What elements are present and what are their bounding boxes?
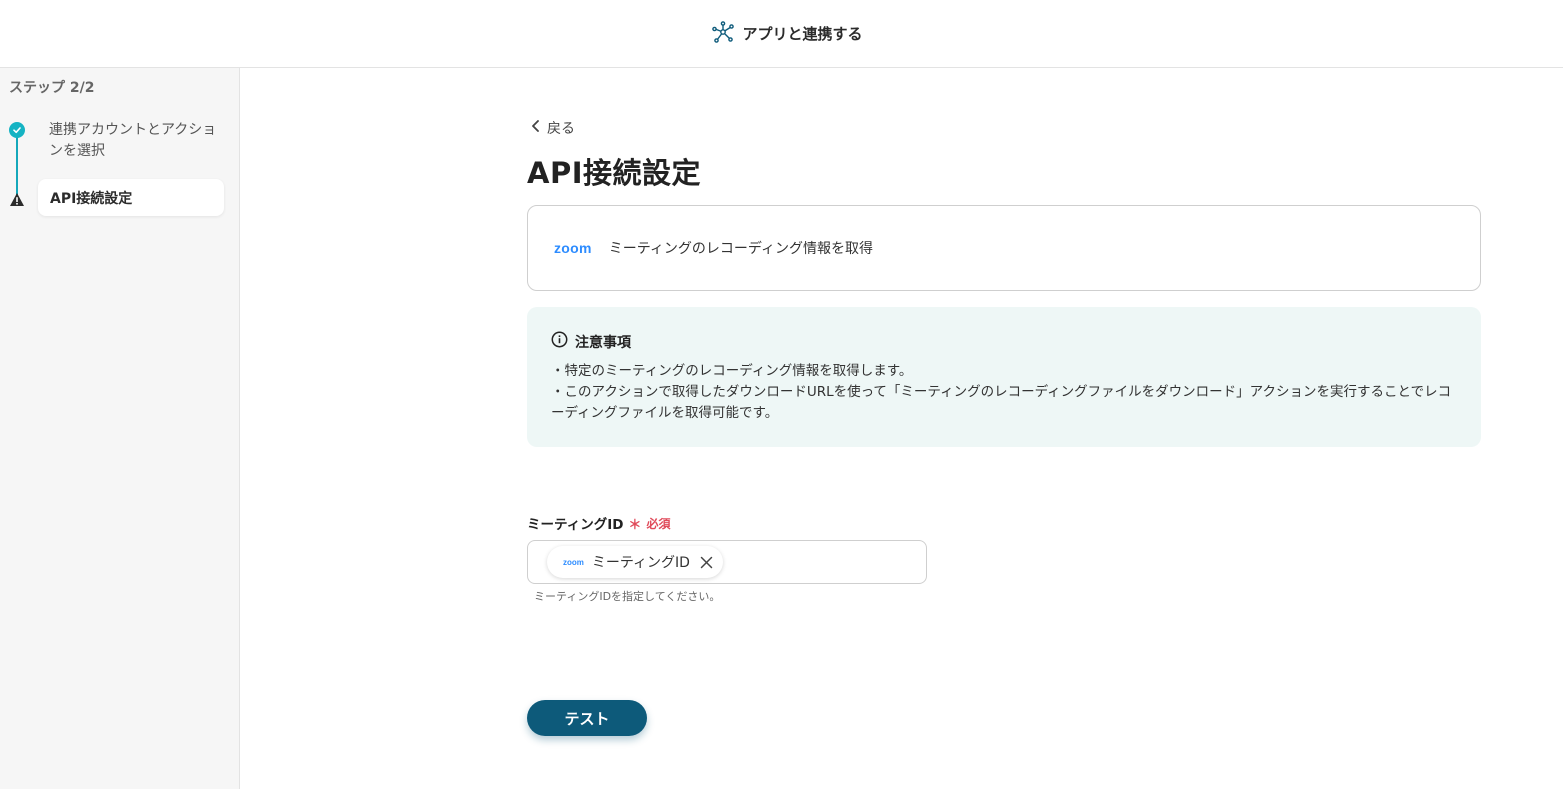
check-icon: [9, 122, 25, 138]
chevron-left-icon: [531, 119, 541, 137]
meeting-id-label: ミーティングID: [527, 517, 624, 533]
sidebar-step-label: API接続設定: [50, 190, 133, 207]
step-sidebar: ステップ 2/2 連携アカウントとアクションを選択 API接続設定: [0, 68, 240, 789]
meeting-id-chip[interactable]: zoom ミーティングID: [547, 546, 723, 578]
meeting-id-label-row: ミーティングID ＊ 必須: [527, 513, 671, 534]
info-icon: [551, 331, 568, 352]
page-title: API接続設定: [527, 156, 701, 190]
test-button[interactable]: テスト: [527, 700, 647, 736]
step-counter: ステップ 2/2: [9, 80, 95, 96]
action-card: zoom ミーティングのレコーディング情報を取得: [527, 205, 1481, 291]
step-progress-line: [16, 136, 18, 198]
notice-heading-row: 注意事項: [551, 331, 1457, 352]
notice-box: 注意事項 ・特定のミーティングのレコーディング情報を取得します。 ・このアクショ…: [527, 307, 1481, 447]
chip-label: ミーティングID: [591, 555, 690, 571]
back-link[interactable]: 戻る: [531, 118, 575, 138]
action-name: ミーティングのレコーディング情報を取得: [608, 241, 873, 257]
network-hub-icon: [712, 20, 735, 47]
sidebar-step-api-settings[interactable]: API接続設定: [38, 179, 224, 216]
sidebar-step-select-account[interactable]: 連携アカウントとアクションを選択: [49, 120, 219, 162]
required-text: 必須: [646, 516, 671, 531]
notice-line: ・特定のミーティングのレコーディング情報を取得します。: [551, 363, 913, 379]
app-header: アプリと連携する: [0, 0, 1563, 68]
notice-heading: 注意事項: [575, 334, 631, 351]
notice-body: ・特定のミーティングのレコーディング情報を取得します。 ・このアクションで取得し…: [551, 361, 1457, 424]
required-asterisk: ＊: [628, 517, 642, 533]
header-title-group: アプリと連携する: [712, 20, 863, 47]
header-title: アプリと連携する: [742, 25, 863, 43]
zoom-logo: zoom: [563, 557, 584, 567]
close-icon[interactable]: [700, 556, 713, 569]
meeting-id-help-text: ミーティングIDを指定してください。: [534, 590, 721, 603]
warning-icon: [9, 192, 25, 207]
back-label: 戻る: [547, 121, 575, 137]
meeting-id-input[interactable]: zoom ミーティングID: [527, 540, 927, 584]
zoom-logo: zoom: [554, 240, 592, 256]
notice-line: ・このアクションで取得したダウンロードURLを使って「ミーティングのレコーディン…: [551, 384, 1452, 421]
